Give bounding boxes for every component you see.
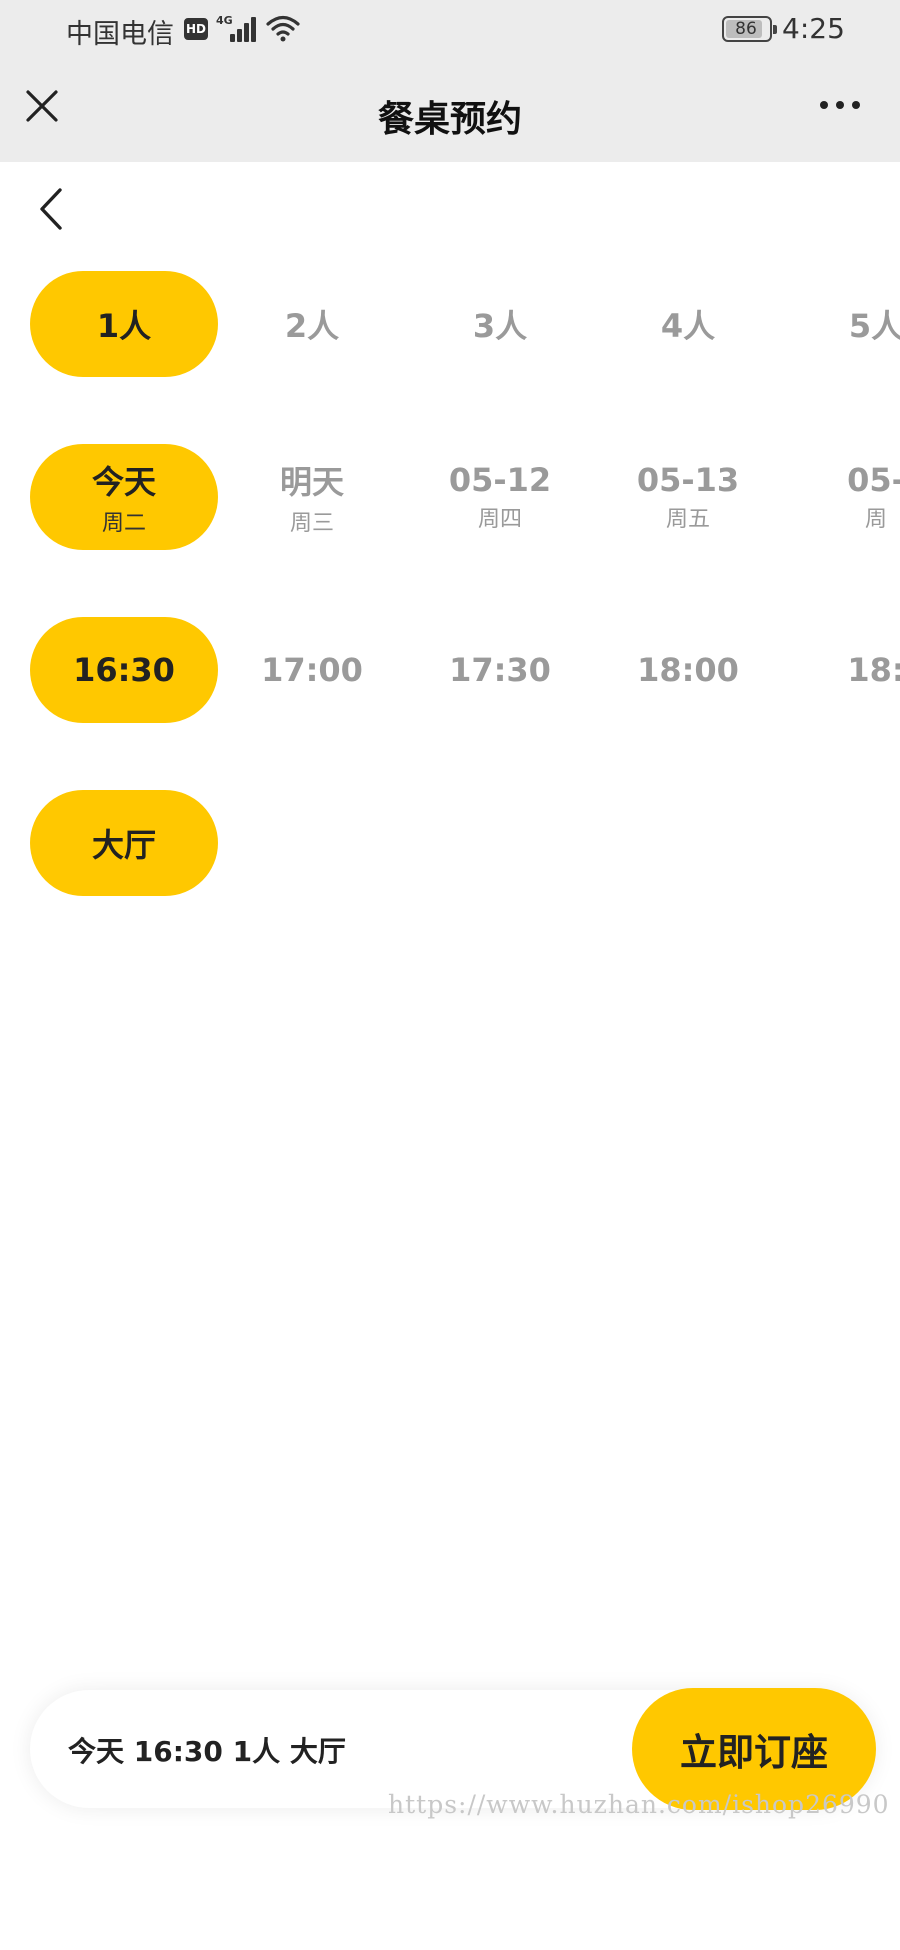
option-label: 3人 <box>472 307 528 345</box>
time-selector: 16:30 17:00 17:30 18:00 18: <box>0 617 900 723</box>
option-label: 2人 <box>284 307 340 345</box>
party-size-option[interactable]: 4人 <box>594 271 782 377</box>
date-weekday: 周二 <box>101 511 146 536</box>
date-option[interactable]: 今天 周二 <box>30 444 218 550</box>
area-selector: 大厅 <box>0 790 900 896</box>
date-option[interactable]: 05-12 周四 <box>406 444 594 550</box>
title-bar: 餐桌预约 <box>0 62 900 162</box>
time-option[interactable]: 16:30 <box>30 617 218 723</box>
wifi-icon <box>266 15 300 42</box>
top-bar: 中国电信 HD 4G 86 4:25 餐桌预约 <box>0 0 900 162</box>
page-title: 餐桌预约 <box>377 99 522 140</box>
option-label: 18: <box>847 651 900 689</box>
party-size-option[interactable]: 3人 <box>406 271 594 377</box>
option-label: 5人 <box>848 307 900 345</box>
date-selector: 今天 周二 明天 周三 05-12 周四 05-13 周五 05- 周 <box>0 444 900 550</box>
battery-icon: 86 <box>722 16 777 42</box>
date-weekday: 周四 <box>477 507 522 532</box>
booking-summary: 今天 16:30 1人 大厅 <box>68 1735 346 1768</box>
date-day: 05-12 <box>448 461 552 499</box>
more-icon[interactable] <box>816 90 864 120</box>
chevron-left-icon[interactable] <box>34 186 70 232</box>
watermark: https://www.huzhan.com/ishop26990 <box>388 1790 890 1819</box>
time-option[interactable]: 17:30 <box>406 617 594 723</box>
status-bar: 中国电信 HD 4G 86 4:25 <box>0 0 900 60</box>
option-label: 18:00 <box>637 651 739 689</box>
option-label: 1人 <box>96 307 152 345</box>
battery-level: 86 <box>735 19 757 39</box>
party-size-option[interactable]: 2人 <box>218 271 406 377</box>
party-size-option[interactable]: 1人 <box>30 271 218 377</box>
date-weekday: 周五 <box>665 507 710 532</box>
hd-badge: HD <box>184 18 208 40</box>
date-option[interactable]: 明天 周三 <box>218 444 406 550</box>
signal-icon <box>226 16 258 42</box>
option-label: 大厅 <box>91 826 156 864</box>
party-size-selector: 1人 2人 3人 4人 5人 <box>0 271 900 377</box>
option-label: 4人 <box>660 307 716 345</box>
date-weekday: 周 <box>864 507 887 532</box>
date-option[interactable]: 05-13 周五 <box>594 444 782 550</box>
option-label: 16:30 <box>73 651 175 689</box>
option-label: 17:00 <box>261 651 363 689</box>
date-day: 明天 <box>279 463 344 501</box>
status-time: 4:25 <box>782 12 845 45</box>
area-option[interactable]: 大厅 <box>30 790 218 896</box>
time-option[interactable]: 17:00 <box>218 617 406 723</box>
date-day: 05- <box>847 461 900 499</box>
date-option[interactable]: 05- 周 <box>782 444 900 550</box>
time-option[interactable]: 18:00 <box>594 617 782 723</box>
carrier-name: 中国电信 <box>66 19 174 50</box>
date-day: 今天 <box>91 463 156 501</box>
date-day: 05-13 <box>636 461 740 499</box>
option-label: 17:30 <box>449 651 551 689</box>
date-weekday: 周三 <box>289 511 334 536</box>
time-option[interactable]: 18: <box>782 617 900 723</box>
party-size-option[interactable]: 5人 <box>782 271 900 377</box>
